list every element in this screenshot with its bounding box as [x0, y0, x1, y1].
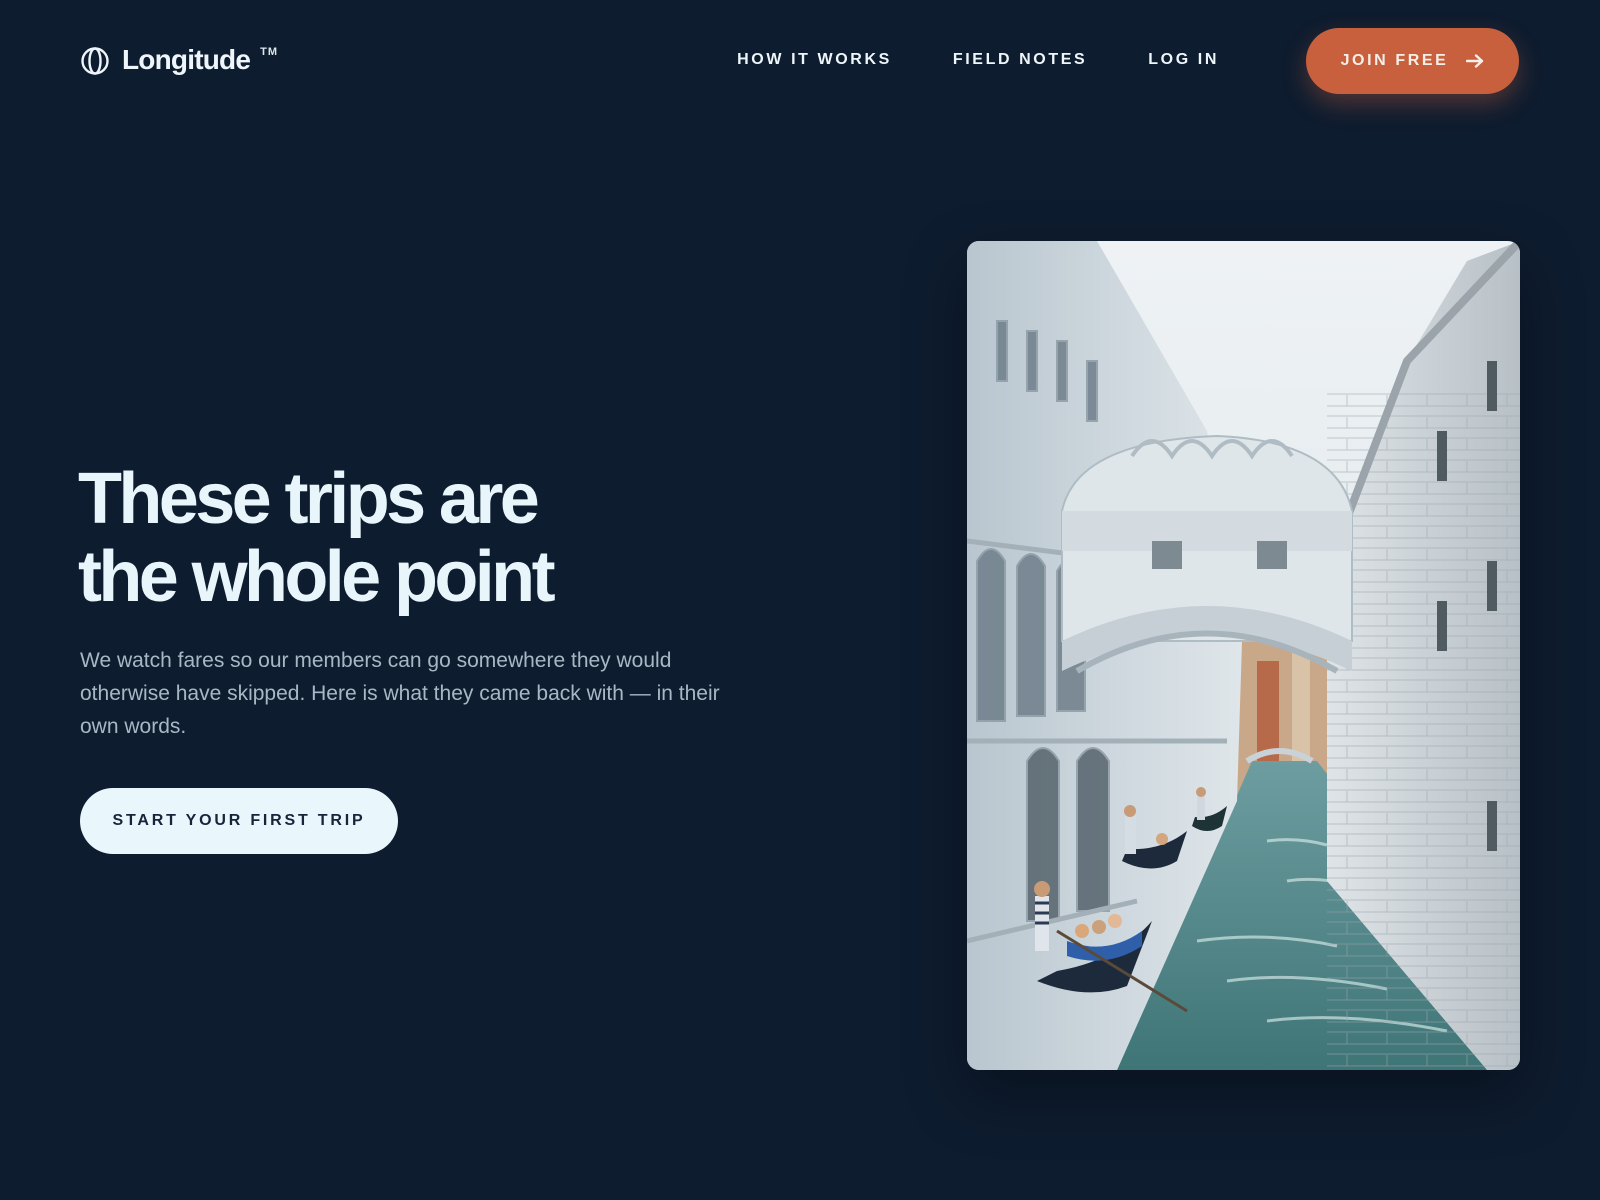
nav-link-log-in[interactable]: LOG IN [1148, 50, 1219, 70]
hero-photo-venice-canal [967, 241, 1520, 1070]
trademark-mark: TM [260, 46, 278, 58]
venice-canal-illustration [967, 241, 1520, 1070]
arrow-right-icon [1466, 54, 1484, 68]
hero-subtitle: We watch fares so our members can go som… [80, 649, 720, 738]
hero-headline-line-1: These trips are [78, 459, 540, 539]
hero-headline-line-2: the whole point [78, 537, 556, 617]
join-free-label: JOIN FREE [1340, 52, 1449, 69]
landing-page: Longitude TM HOW IT WORKS FIELD NOTES LO… [0, 0, 1600, 1200]
main-nav: HOW IT WORKS FIELD NOTES LOG IN [737, 50, 1219, 70]
hero-headline: These trips are the whole point [78, 460, 778, 616]
nav-link-field-notes[interactable]: FIELD NOTES [953, 50, 1087, 70]
start-first-trip-button[interactable]: START YOUR FIRST TRIP [80, 788, 398, 854]
globe-ring-icon [81, 47, 109, 75]
start-first-trip-label: START YOUR FIRST TRIP [112, 812, 366, 829]
brand-name: Longitude [122, 44, 251, 75]
brand-logo-link[interactable]: Longitude TM [80, 42, 278, 78]
nav-link-how-it-works[interactable]: HOW IT WORKS [737, 50, 892, 70]
join-free-button[interactable]: JOIN FREE [1306, 28, 1519, 94]
